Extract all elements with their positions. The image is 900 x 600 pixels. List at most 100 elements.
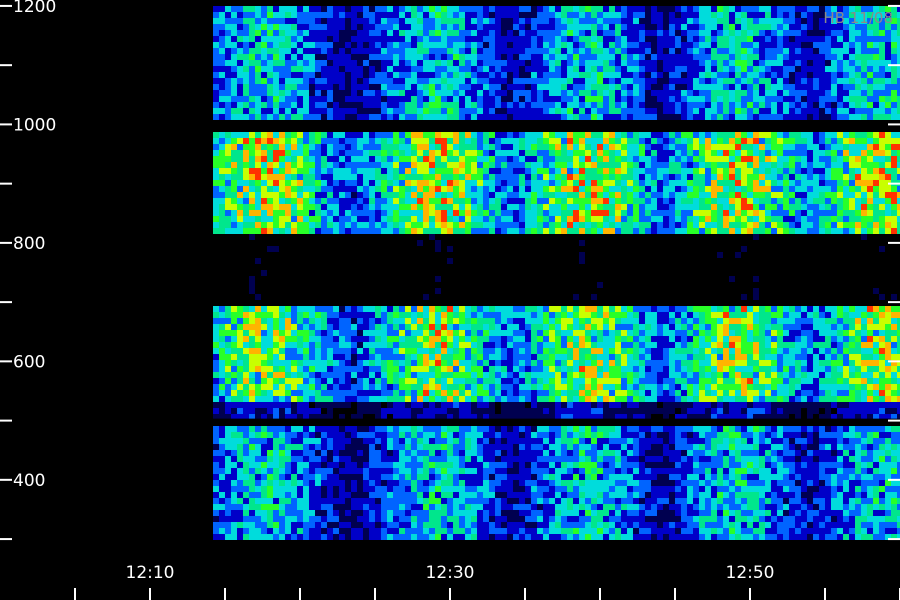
intensity-cell	[393, 78, 399, 84]
intensity-cell	[459, 312, 465, 318]
intensity-cell	[549, 18, 555, 24]
intensity-cell	[507, 510, 513, 516]
intensity-cell	[297, 366, 303, 372]
intensity-cell	[219, 168, 225, 174]
intensity-cell	[447, 390, 453, 396]
intensity-cell	[525, 396, 531, 402]
intensity-cell	[315, 54, 321, 60]
intensity-cell	[219, 360, 225, 366]
intensity-cell	[519, 348, 525, 354]
intensity-cell	[495, 144, 501, 150]
intensity-cell	[513, 396, 519, 402]
intensity-cell	[585, 42, 591, 48]
intensity-cell	[519, 132, 525, 138]
intensity-cell	[213, 102, 219, 108]
intensity-cell	[453, 516, 459, 522]
intensity-cell	[513, 162, 519, 168]
intensity-cell	[603, 396, 609, 402]
intensity-cell	[291, 384, 297, 390]
intensity-cell	[321, 198, 327, 204]
intensity-cell	[603, 348, 609, 354]
intensity-cell	[267, 444, 273, 450]
intensity-cell	[237, 222, 243, 228]
intensity-cell	[339, 42, 345, 48]
intensity-cell	[549, 438, 555, 444]
intensity-cell	[501, 510, 507, 516]
intensity-cell	[237, 186, 243, 192]
intensity-cell	[579, 342, 585, 348]
intensity-cell	[381, 468, 387, 474]
intensity-cell	[375, 306, 381, 312]
intensity-cell	[351, 330, 357, 336]
intensity-cell	[267, 204, 273, 210]
intensity-cell	[507, 222, 513, 228]
intensity-cell	[351, 498, 357, 504]
intensity-cell	[369, 228, 375, 234]
intensity-cell	[399, 204, 405, 210]
intensity-cell	[441, 162, 447, 168]
intensity-cell	[567, 90, 573, 96]
intensity-cell	[291, 324, 297, 330]
intensity-cell	[387, 48, 393, 54]
intensity-cell	[561, 30, 567, 36]
intensity-cell	[387, 42, 393, 48]
intensity-cell	[393, 360, 399, 366]
intensity-cell	[435, 156, 441, 162]
intensity-cell	[273, 24, 279, 30]
intensity-cell	[225, 354, 231, 360]
intensity-cell	[531, 150, 537, 156]
intensity-cell	[597, 402, 603, 408]
intensity-cell	[267, 378, 273, 384]
intensity-cell	[591, 528, 597, 534]
intensity-cell	[225, 24, 231, 30]
intensity-cell	[441, 510, 447, 516]
intensity-cell	[489, 36, 495, 42]
intensity-cell	[321, 60, 327, 66]
intensity-cell	[375, 354, 381, 360]
intensity-cell	[357, 330, 363, 336]
intensity-cell	[321, 84, 327, 90]
intensity-cell	[375, 324, 381, 330]
intensity-cell	[489, 444, 495, 450]
intensity-cell	[381, 336, 387, 342]
intensity-cell	[339, 402, 345, 408]
intensity-cell	[549, 528, 555, 534]
intensity-cell	[297, 12, 303, 18]
intensity-cell	[579, 84, 585, 90]
intensity-cell	[603, 408, 609, 414]
intensity-cell	[255, 390, 261, 396]
intensity-cell	[357, 72, 363, 78]
intensity-cell	[399, 228, 405, 234]
intensity-cell	[453, 102, 459, 108]
intensity-cell	[435, 222, 441, 228]
intensity-cell	[561, 144, 567, 150]
intensity-cell	[519, 510, 525, 516]
intensity-cell	[543, 462, 549, 468]
intensity-cell	[291, 108, 297, 114]
intensity-cell	[387, 144, 393, 150]
intensity-cell	[597, 60, 603, 66]
intensity-cell	[303, 438, 309, 444]
intensity-cell	[411, 114, 417, 120]
intensity-cell	[441, 84, 447, 90]
intensity-cell	[537, 18, 543, 24]
intensity-cell	[483, 456, 489, 462]
intensity-cell	[453, 528, 459, 534]
intensity-cell	[351, 324, 357, 330]
intensity-cell	[363, 486, 369, 492]
intensity-cell	[279, 228, 285, 234]
intensity-cell	[273, 90, 279, 96]
intensity-cell	[477, 216, 483, 222]
intensity-cell	[303, 324, 309, 330]
intensity-cell	[525, 210, 531, 216]
intensity-cell	[357, 432, 363, 438]
intensity-cell	[603, 24, 609, 30]
intensity-cell	[597, 18, 603, 24]
intensity-cell	[507, 78, 513, 84]
intensity-cell	[303, 372, 309, 378]
intensity-cell	[411, 528, 417, 534]
intensity-cell	[315, 378, 321, 384]
intensity-cell	[417, 216, 423, 222]
intensity-cell	[411, 378, 417, 384]
intensity-cell	[501, 306, 507, 312]
